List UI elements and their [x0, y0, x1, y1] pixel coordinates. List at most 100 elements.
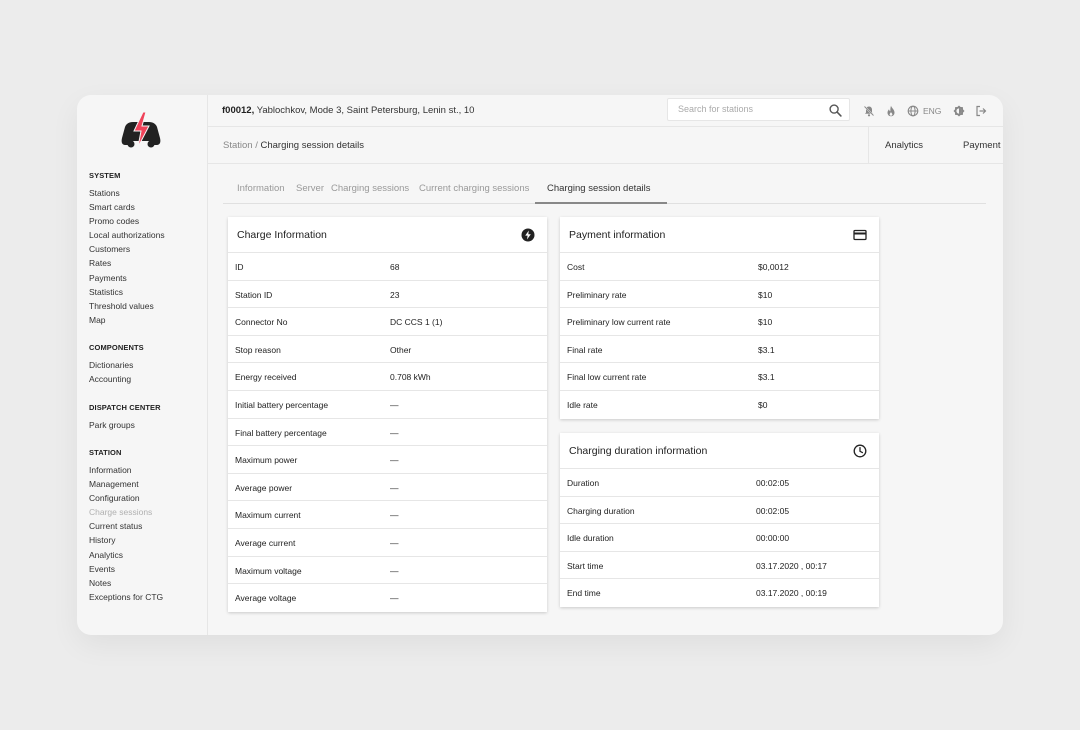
row-label: Idle rate	[567, 399, 598, 410]
row-value: $3.1	[758, 372, 775, 383]
app-window: SYSTEM Stations Smart cards Promo codes …	[77, 95, 1003, 635]
table-row: Average power —	[228, 474, 547, 502]
card-header: Charge Information	[228, 217, 547, 253]
card-header: Payment information	[560, 217, 879, 253]
breadcrumb-root[interactable]: Station	[223, 140, 253, 151]
nav-section-dispatch-center: DISPATCH CENTER Park groups	[89, 403, 161, 432]
tab-server[interactable]: Server	[296, 183, 324, 194]
sidebar-item-rates[interactable]: Rates	[89, 256, 165, 270]
row-label: Average current	[235, 537, 296, 548]
clock-icon	[853, 444, 867, 458]
sidebar-item-stations[interactable]: Stations	[89, 186, 165, 200]
row-value: 00:02:05	[756, 478, 790, 488]
language-selector[interactable]: ENG	[923, 106, 941, 116]
row-value: $10	[758, 317, 773, 328]
sidebar-item-notes[interactable]: Notes	[89, 576, 163, 590]
sidebar-item-exceptions-for-ctg[interactable]: Exceptions for CTG	[89, 590, 163, 604]
payment-link[interactable]: Payment	[963, 140, 1001, 151]
tab-charging-session-details[interactable]: Charging session details	[547, 183, 651, 194]
table-row: Initial battery percentage —	[228, 391, 547, 419]
top-icons: ENG	[863, 104, 997, 118]
nav-section-title: STATION	[89, 448, 122, 457]
sidebar-item-park-groups[interactable]: Park groups	[89, 418, 161, 432]
sidebar-item-events[interactable]: Events	[89, 562, 163, 576]
row-label: Connector No	[235, 317, 288, 328]
sidebar-item-accounting[interactable]: Accounting	[89, 372, 144, 386]
sidebar-item-threshold-values[interactable]: Threshold values	[89, 299, 165, 313]
tab-charging-sessions[interactable]: Charging sessions	[331, 183, 409, 194]
row-value: $10	[758, 289, 773, 300]
sidebar-item-dictionaries[interactable]: Dictionaries	[89, 358, 144, 372]
nav-section-components: COMPONENTS Dictionaries Accounting	[89, 343, 144, 386]
sidebar-item-history[interactable]: History	[89, 533, 163, 547]
row-value: —	[390, 455, 399, 466]
row-label: Charging duration	[567, 505, 635, 516]
sidebar-item-smart-cards[interactable]: Smart cards	[89, 200, 165, 214]
active-tab-indicator	[535, 202, 667, 204]
bell-off-icon[interactable]	[863, 105, 875, 117]
row-label: Energy received	[235, 372, 297, 383]
row-label: Final low current rate	[567, 372, 647, 383]
row-value: —	[390, 537, 399, 548]
table-row: Preliminary rate $10	[560, 281, 879, 309]
row-label: Maximum voltage	[235, 565, 302, 576]
sidebar-item-customers[interactable]: Customers	[89, 242, 165, 256]
search-box	[667, 98, 850, 121]
row-label: Final battery percentage	[235, 427, 327, 438]
sidebar-item-local-authorizations[interactable]: Local authorizations	[89, 228, 165, 242]
sidebar-item-charge-sessions[interactable]: Charge sessions	[89, 505, 163, 519]
tab-current-charging-sessions[interactable]: Current charging sessions	[419, 183, 529, 194]
search-icon[interactable]	[829, 104, 842, 117]
globe-icon[interactable]	[907, 105, 919, 117]
table-row: Average current —	[228, 529, 547, 557]
row-label: Start time	[567, 560, 604, 571]
fire-icon[interactable]	[885, 105, 897, 117]
row-label: Average power	[235, 482, 293, 493]
row-label: ID	[235, 262, 244, 272]
card-title: Charge Information	[237, 229, 327, 241]
tab-information[interactable]: Information	[237, 183, 285, 194]
table-row: Energy received 0.708 kWh	[228, 363, 547, 391]
breadcrumb-current: Charging session details	[260, 140, 365, 151]
nav-section-system: SYSTEM Stations Smart cards Promo codes …	[89, 171, 165, 327]
table-row: Preliminary low current rate $10	[560, 308, 879, 336]
row-value: Other	[390, 344, 412, 355]
table-row: ID 68	[228, 253, 547, 281]
row-value: 23	[390, 289, 400, 300]
row-label: Duration	[567, 478, 600, 488]
row-value: —	[390, 510, 399, 521]
card-title: Payment information	[569, 229, 666, 241]
table-row: Cost $0,0012	[560, 253, 879, 281]
sidebar-item-payments[interactable]: Payments	[89, 271, 165, 285]
table-row: Idle rate $0	[560, 391, 879, 419]
divider	[868, 127, 869, 164]
row-value: 00:02:05	[756, 505, 790, 516]
row-value: —	[390, 482, 399, 493]
table-row: Final low current rate $3.1	[560, 363, 879, 391]
sidebar-item-information[interactable]: Information	[89, 463, 163, 477]
sidebar-item-current-status[interactable]: Current status	[89, 519, 163, 533]
row-value: —	[390, 593, 399, 604]
sub-bar: Station / Charging session details Analy…	[208, 127, 1003, 164]
row-label: Stop reason	[235, 344, 281, 355]
table-row: Final battery percentage —	[228, 419, 547, 447]
logo-icon[interactable]	[119, 111, 163, 149]
sidebar-item-configuration[interactable]: Configuration	[89, 491, 163, 505]
sidebar-item-statistics[interactable]: Statistics	[89, 285, 165, 299]
analytics-link[interactable]: Analytics	[885, 140, 923, 151]
theme-icon[interactable]	[953, 105, 965, 117]
search-input[interactable]	[678, 104, 818, 114]
sidebar-item-promo-codes[interactable]: Promo codes	[89, 214, 165, 228]
sidebar-item-map[interactable]: Map	[89, 313, 165, 327]
row-value: $3.1	[758, 344, 775, 355]
station-title: f00012, Yablochkov, Mode 3, Saint Peters…	[222, 105, 474, 116]
row-label: Average voltage	[235, 593, 297, 604]
sidebar-item-management[interactable]: Management	[89, 477, 163, 491]
row-value: 0.708 kWh	[390, 372, 431, 383]
lightning-icon	[521, 228, 535, 242]
row-label: Final rate	[567, 344, 603, 355]
sidebar-item-analytics[interactable]: Analytics	[89, 548, 163, 562]
top-bar: f00012, Yablochkov, Mode 3, Saint Peters…	[208, 95, 1003, 127]
nav-section-title: COMPONENTS	[89, 343, 144, 352]
logout-icon[interactable]	[975, 105, 987, 117]
